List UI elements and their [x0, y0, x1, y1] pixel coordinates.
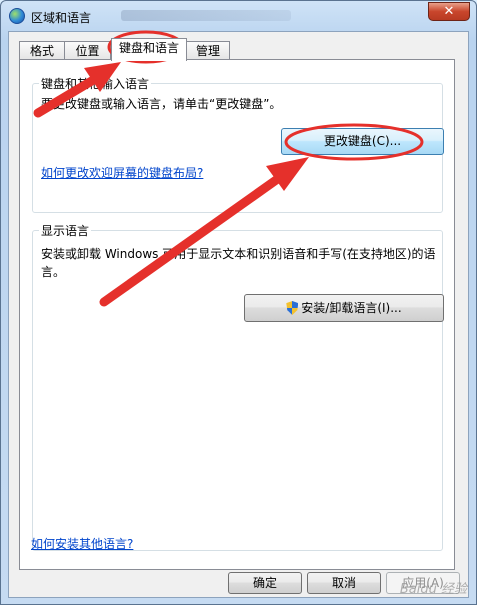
tab-administrative[interactable]: 管理: [186, 41, 230, 60]
title-bar[interactable]: 区域和语言 ✕: [1, 1, 476, 31]
display-language-group: 显示语言 安装或卸载 Windows 可用于显示文本和识别语音和手写(在支持地区…: [32, 222, 444, 551]
display-language-description-line2: 言。: [41, 265, 66, 279]
tab-formats[interactable]: 格式: [19, 41, 65, 60]
close-button[interactable]: ✕: [428, 2, 470, 21]
change-keyboard-button[interactable]: 更改键盘(C)...: [281, 128, 444, 155]
tab-keyboards-languages[interactable]: 键盘和语言: [111, 38, 187, 61]
display-language-group-title: 显示语言: [39, 222, 92, 239]
dialog-window: 区域和语言 ✕ 格式 位置 键盘和语言 管理 键盘和其他输入语言 要更改键盘或输…: [0, 0, 477, 605]
keyboard-description: 要更改键盘或输入语言，请单击“更改键盘”。: [41, 97, 282, 111]
tab-panel: 键盘和其他输入语言 要更改键盘或输入语言，请单击“更改键盘”。 更改键盘(C).…: [19, 59, 455, 570]
keyboard-group: 键盘和其他输入语言 要更改键盘或输入语言，请单击“更改键盘”。 更改键盘(C).…: [32, 75, 444, 213]
welcome-screen-layout-link[interactable]: 如何更改欢迎屏幕的键盘布局?: [41, 164, 203, 181]
install-other-languages-link[interactable]: 如何安装其他语言?: [31, 535, 133, 552]
cancel-button[interactable]: 取消: [307, 572, 381, 594]
dialog-client-area: 格式 位置 键盘和语言 管理 键盘和其他输入语言 要更改键盘或输入语言，请单击“…: [8, 31, 469, 598]
uac-shield-icon: [286, 301, 299, 315]
install-uninstall-languages-button[interactable]: 安装/卸载语言(I)...: [244, 294, 444, 322]
watermark: Baidu 经验: [399, 582, 467, 597]
install-uninstall-languages-label: 安装/卸载语言(I)...: [301, 301, 402, 315]
tab-location[interactable]: 位置: [64, 41, 111, 60]
ok-button[interactable]: 确定: [228, 572, 302, 594]
keyboard-group-title: 键盘和其他输入语言: [39, 75, 152, 92]
display-language-description-line1: 安装或卸载 Windows 可用于显示文本和识别语音和手写(在支持地区)的语: [41, 247, 436, 261]
window-title: 区域和语言: [31, 11, 92, 25]
blurred-title-area: [121, 10, 291, 21]
globe-icon: [9, 8, 25, 24]
